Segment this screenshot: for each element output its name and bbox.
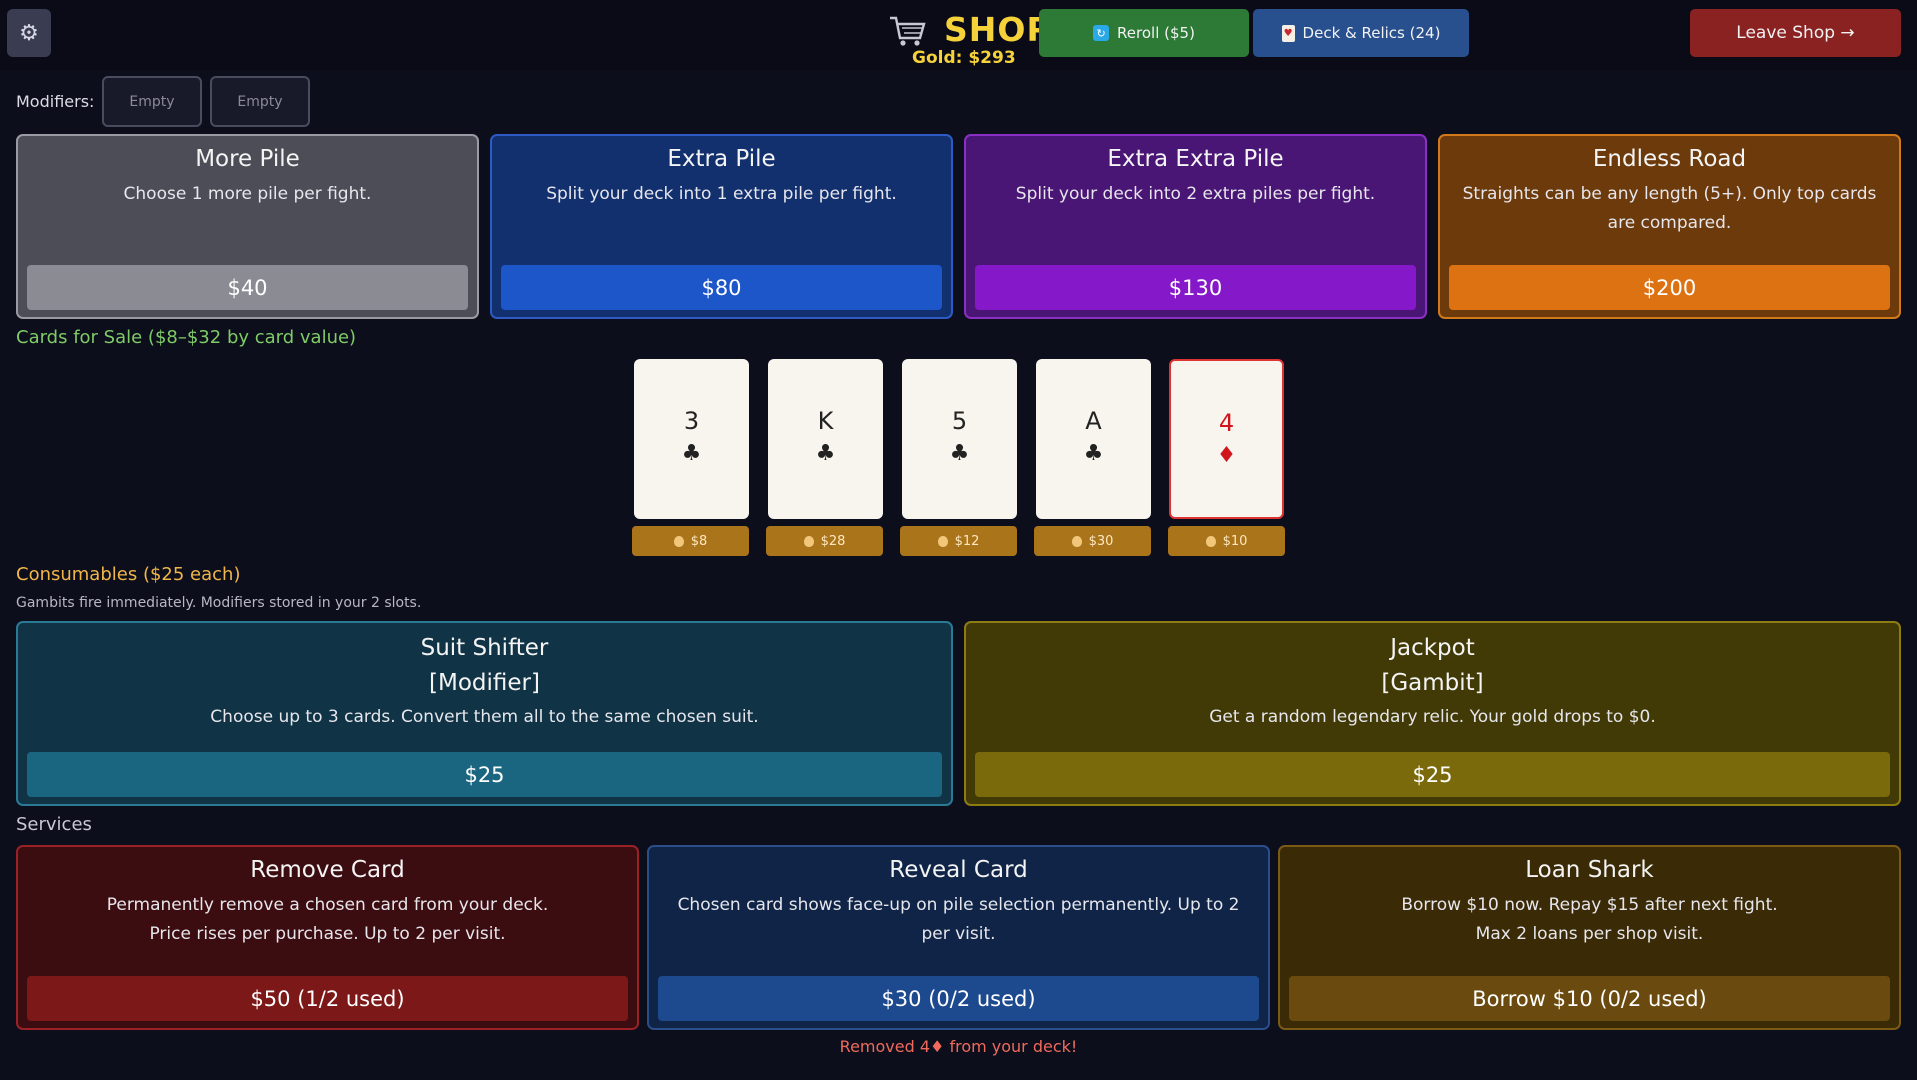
leave-shop-label: Leave Shop → <box>1736 23 1855 43</box>
relic-extra-pile[interactable]: Extra Pile Split your deck into 1 extra … <box>490 134 953 319</box>
card-rank: 5 <box>951 407 968 435</box>
card-price-button[interactable]: $28 <box>766 526 883 556</box>
card-icon: ♥ <box>1281 24 1295 42</box>
modifier-slot-1[interactable]: Empty <box>102 76 202 127</box>
card-rank: 3 <box>683 407 700 435</box>
shop-header: SHOP Gold: $293 <box>888 8 1051 68</box>
reroll-button[interactable]: ↻ Reroll ($5) <box>1039 9 1249 57</box>
consumable-suit-shifter[interactable]: Suit Shifter [Modifier] Choose up to 3 c… <box>16 621 953 806</box>
modifier-slot-2[interactable]: Empty <box>210 76 310 127</box>
service-name: Loan Shark <box>1525 857 1654 883</box>
relic-more-pile[interactable]: More Pile Choose 1 more pile per fight. … <box>16 134 479 319</box>
card-rank: 4 <box>1218 409 1235 437</box>
service-name: Reveal Card <box>889 857 1028 883</box>
service-remove-card[interactable]: Remove Card Permanently remove a chosen … <box>16 845 639 1030</box>
status-message: Removed 4♦ from your deck! <box>839 1037 1078 1056</box>
cards-for-sale-label: Cards for Sale ($8–$32 by card value) <box>16 327 357 348</box>
service-loan-shark[interactable]: Loan Shark Borrow $10 now. Repay $15 aft… <box>1278 845 1901 1030</box>
settings-button[interactable]: ⚙ <box>7 9 51 57</box>
sale-card-5[interactable]: 4 ♦ <box>1169 359 1284 519</box>
card-price-button[interactable]: $12 <box>900 526 1017 556</box>
sale-card-2[interactable]: K ♣ <box>768 359 883 519</box>
clubs-icon: ♣ <box>949 441 970 466</box>
consumable-name: Jackpot <box>1390 635 1475 661</box>
service-desc: Borrow $10 now. Repay $15 after next fig… <box>1401 895 1778 915</box>
service-desc: Permanently remove a chosen card from yo… <box>106 895 549 915</box>
consumable-jackpot[interactable]: Jackpot [Gambit] Get a random legendary … <box>964 621 1901 806</box>
deck-relics-label: Deck & Relics (24) <box>1302 24 1441 42</box>
relic-buy-button[interactable]: $130 <box>975 265 1416 310</box>
gear-icon: ⚙ <box>19 20 39 46</box>
card-rank: A <box>1085 407 1102 435</box>
card-rank: K <box>817 407 834 435</box>
services-label: Services <box>16 814 92 835</box>
card-price: $8 <box>690 533 708 549</box>
sale-card-3[interactable]: 5 ♣ <box>902 359 1017 519</box>
gold-amount: Gold: $293 <box>912 48 1016 68</box>
consumable-kind: [Modifier] <box>429 670 540 696</box>
service-buy-button[interactable]: Borrow $10 (0/2 used) <box>1289 976 1890 1021</box>
consumables-label: Consumables ($25 each) <box>16 564 241 585</box>
service-desc: Max 2 loans per shop visit. <box>1475 924 1704 944</box>
consumable-buy-button[interactable]: $25 <box>975 752 1890 797</box>
clubs-icon: ♣ <box>681 441 702 466</box>
relic-buy-button[interactable]: $200 <box>1449 265 1890 310</box>
consumables-subtitle: Gambits fire immediately. Modifiers stor… <box>16 595 422 611</box>
sale-card-4[interactable]: A ♣ <box>1036 359 1151 519</box>
relic-name: Extra Extra Pile <box>1107 146 1284 172</box>
consumable-kind: [Gambit] <box>1381 670 1484 696</box>
relic-name: Extra Pile <box>667 146 776 172</box>
page-title: SHOP <box>944 10 1052 49</box>
relic-endless-road[interactable]: Endless Road Straights can be any length… <box>1438 134 1901 319</box>
relic-buy-button[interactable]: $40 <box>27 265 468 310</box>
money-bag-icon <box>937 535 948 547</box>
relic-name: More Pile <box>195 146 300 172</box>
card-price: $28 <box>820 533 846 549</box>
service-desc: Chosen card shows face-up on pile select… <box>677 895 1240 944</box>
card-price: $10 <box>1222 533 1248 549</box>
relic-desc: Split your deck into 1 extra pile per fi… <box>546 184 897 204</box>
card-price-button[interactable]: $8 <box>632 526 749 556</box>
money-bag-icon <box>673 535 684 547</box>
consumable-desc: Get a random legendary relic. Your gold … <box>1209 707 1656 727</box>
relic-desc: Straights can be any length (5+). Only t… <box>1462 184 1877 233</box>
relic-desc: Split your deck into 2 extra piles per f… <box>1015 184 1376 204</box>
service-name: Remove Card <box>250 857 405 883</box>
card-price: $30 <box>1088 533 1114 549</box>
relic-buy-button[interactable]: $80 <box>501 265 942 310</box>
consumable-desc: Choose up to 3 cards. Convert them all t… <box>210 707 759 727</box>
diamonds-icon: ♦ <box>1216 443 1237 468</box>
card-price-button[interactable]: $10 <box>1168 526 1285 556</box>
clubs-icon: ♣ <box>1083 441 1104 466</box>
money-bag-icon <box>1205 535 1216 547</box>
consumable-buy-button[interactable]: $25 <box>27 752 942 797</box>
leave-shop-button[interactable]: Leave Shop → <box>1690 9 1901 57</box>
service-desc: Price rises per purchase. Up to 2 per vi… <box>149 924 506 944</box>
service-buy-button[interactable]: $50 (1/2 used) <box>27 976 628 1021</box>
money-bag-icon <box>803 535 814 547</box>
reroll-icon: ↻ <box>1093 25 1110 41</box>
consumable-name: Suit Shifter <box>420 635 549 661</box>
clubs-icon: ♣ <box>815 441 836 466</box>
card-price-button[interactable]: $30 <box>1034 526 1151 556</box>
reroll-label: Reroll ($5) <box>1117 24 1195 42</box>
sale-card-1[interactable]: 3 ♣ <box>634 359 749 519</box>
service-buy-button[interactable]: $30 (0/2 used) <box>658 976 1259 1021</box>
cart-icon <box>890 16 926 46</box>
deck-relics-button[interactable]: ♥ Deck & Relics (24) <box>1253 9 1469 57</box>
money-bag-icon <box>1071 535 1082 547</box>
card-price: $12 <box>954 533 980 549</box>
relic-extra-extra-pile[interactable]: Extra Extra Pile Split your deck into 2 … <box>964 134 1427 319</box>
relic-name: Endless Road <box>1592 146 1747 172</box>
relic-desc: Choose 1 more pile per fight. <box>123 184 372 204</box>
service-reveal-card[interactable]: Reveal Card Chosen card shows face-up on… <box>647 845 1270 1030</box>
modifiers-label: Modifiers: <box>16 92 95 111</box>
